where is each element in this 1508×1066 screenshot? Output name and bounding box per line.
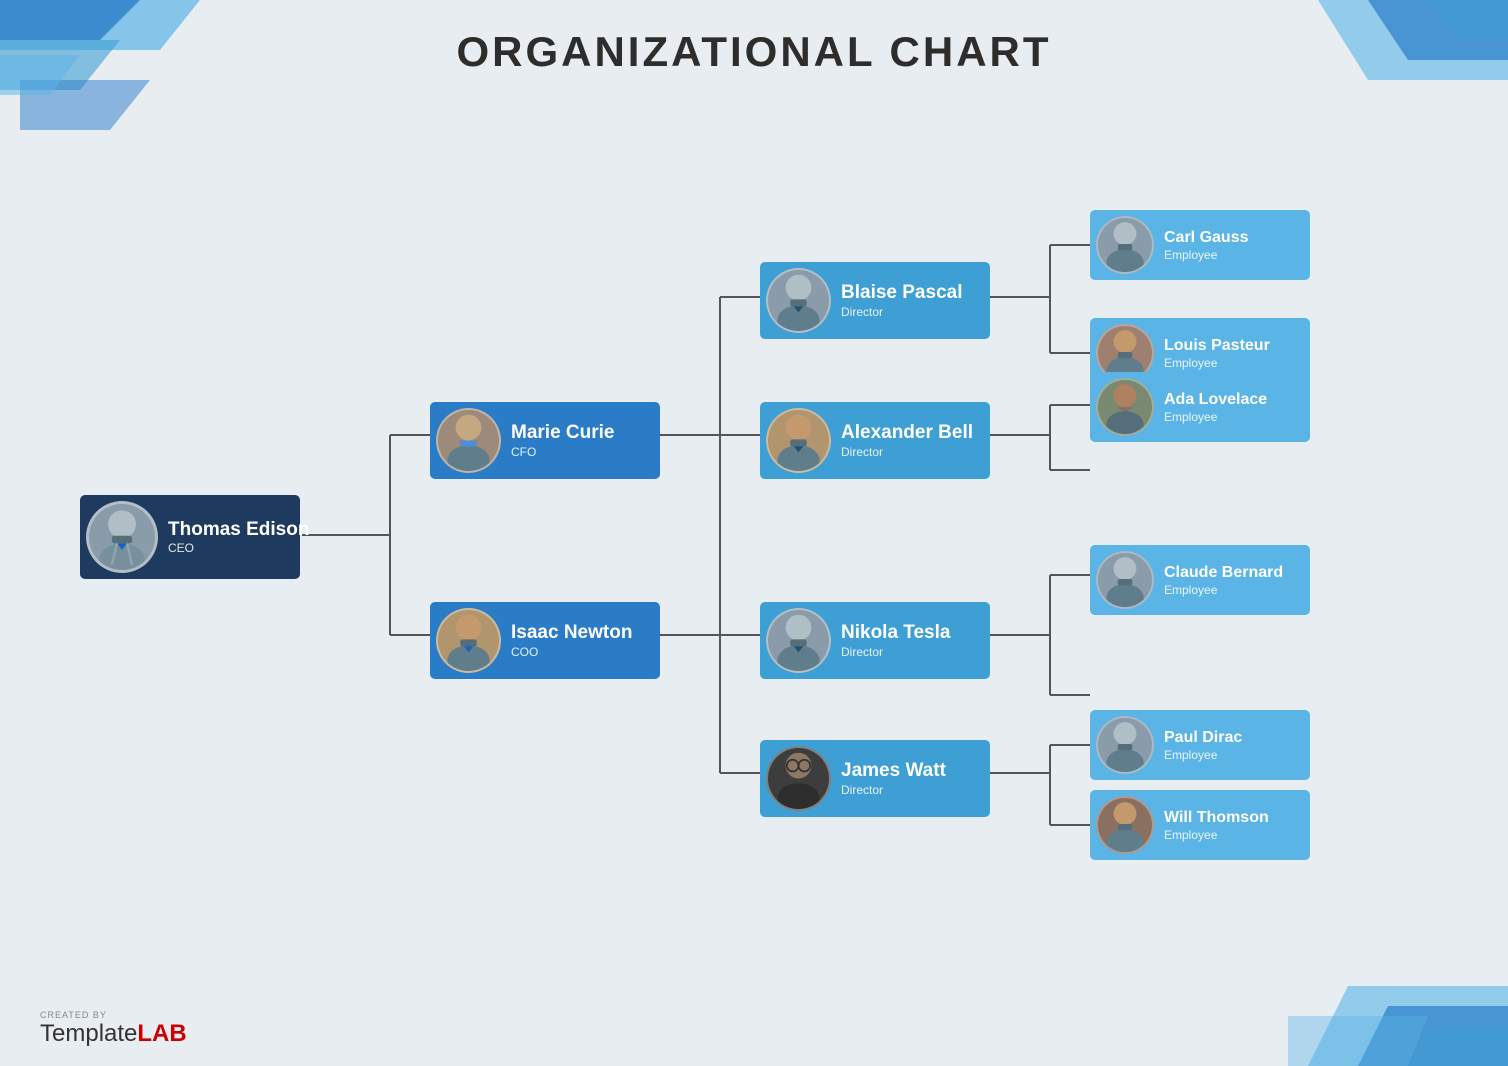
cfo-role: CFO — [511, 445, 614, 459]
cfo-node: Marie Curie CFO — [430, 402, 660, 479]
director-bell-node: Alexander Bell Director — [760, 402, 990, 479]
coo-node: Isaac Newton COO — [430, 602, 660, 679]
emp-dirac-node: Paul Dirac Employee — [1090, 710, 1310, 780]
brand-plain: Template — [40, 1020, 137, 1048]
bernard-name: Claude Bernard — [1164, 563, 1283, 582]
tesla-text: Nikola Tesla Director — [841, 622, 950, 659]
gauss-avatar — [1096, 216, 1154, 274]
dirac-role: Employee — [1164, 748, 1242, 762]
bell-role: Director — [841, 445, 973, 459]
director-pascal-node: Blaise Pascal Director — [760, 262, 990, 339]
emp-thomson-node: Will Thomson Employee — [1090, 790, 1310, 860]
lovelace-role: Employee — [1164, 410, 1267, 424]
bernard-role: Employee — [1164, 583, 1283, 597]
tesla-avatar — [766, 608, 831, 673]
emp-lovelace-node: Ada Lovelace Employee — [1090, 372, 1310, 442]
pasteur-name: Louis Pasteur — [1164, 336, 1270, 355]
tesla-role: Director — [841, 645, 950, 659]
director-watt-node: James Watt Director — [760, 740, 990, 817]
dirac-text: Paul Dirac Employee — [1164, 728, 1242, 761]
director-tesla-node: Nikola Tesla Director — [760, 602, 990, 679]
page-title: ORGANIZATIONAL CHART — [0, 28, 1508, 76]
ceo-name: Thomas Edison — [168, 519, 309, 542]
pascal-role: Director — [841, 305, 962, 319]
bell-avatar — [766, 408, 831, 473]
lovelace-text: Ada Lovelace Employee — [1164, 390, 1267, 423]
chart-wrapper: Thomas Edison CEO Marie Curie CFO — [50, 105, 1458, 996]
cfo-text: Marie Curie CFO — [511, 422, 614, 459]
cfo-name: Marie Curie — [511, 422, 614, 445]
thomson-role: Employee — [1164, 828, 1269, 842]
watt-text: James Watt Director — [841, 760, 946, 797]
thomson-avatar — [1096, 796, 1154, 854]
lovelace-name: Ada Lovelace — [1164, 390, 1267, 409]
ceo-node: Thomas Edison CEO — [80, 495, 300, 579]
pasteur-role: Employee — [1164, 356, 1270, 370]
ceo-avatar — [86, 501, 158, 573]
pascal-name: Blaise Pascal — [841, 282, 962, 305]
ceo-role: CEO — [168, 541, 309, 555]
pascal-avatar — [766, 268, 831, 333]
coo-text: Isaac Newton COO — [511, 622, 632, 659]
created-by-label: CREATED BY — [40, 1010, 107, 1020]
lovelace-avatar — [1096, 378, 1154, 436]
tesla-name: Nikola Tesla — [841, 622, 950, 645]
dirac-name: Paul Dirac — [1164, 728, 1242, 747]
coo-role: COO — [511, 645, 632, 659]
emp-bernard-node: Claude Bernard Employee — [1090, 545, 1310, 615]
coo-name: Isaac Newton — [511, 622, 632, 645]
thomson-name: Will Thomson — [1164, 808, 1269, 827]
dirac-avatar — [1096, 716, 1154, 774]
cfo-avatar — [436, 408, 501, 473]
thomson-text: Will Thomson Employee — [1164, 808, 1269, 841]
bernard-text: Claude Bernard Employee — [1164, 563, 1283, 596]
brand-bold: LAB — [137, 1020, 186, 1048]
bell-name: Alexander Bell — [841, 422, 973, 445]
watt-name: James Watt — [841, 760, 946, 783]
watermark: CREATED BY Template LAB — [40, 1010, 187, 1048]
watt-avatar — [766, 746, 831, 811]
bernard-avatar — [1096, 551, 1154, 609]
ceo-text: Thomas Edison CEO — [168, 519, 309, 556]
gauss-name: Carl Gauss — [1164, 228, 1248, 247]
gauss-text: Carl Gauss Employee — [1164, 228, 1248, 261]
watt-role: Director — [841, 783, 946, 797]
emp-gauss-node: Carl Gauss Employee — [1090, 210, 1310, 280]
pascal-text: Blaise Pascal Director — [841, 282, 962, 319]
pasteur-text: Louis Pasteur Employee — [1164, 336, 1270, 369]
bell-text: Alexander Bell Director — [841, 422, 973, 459]
coo-avatar — [436, 608, 501, 673]
gauss-role: Employee — [1164, 248, 1248, 262]
